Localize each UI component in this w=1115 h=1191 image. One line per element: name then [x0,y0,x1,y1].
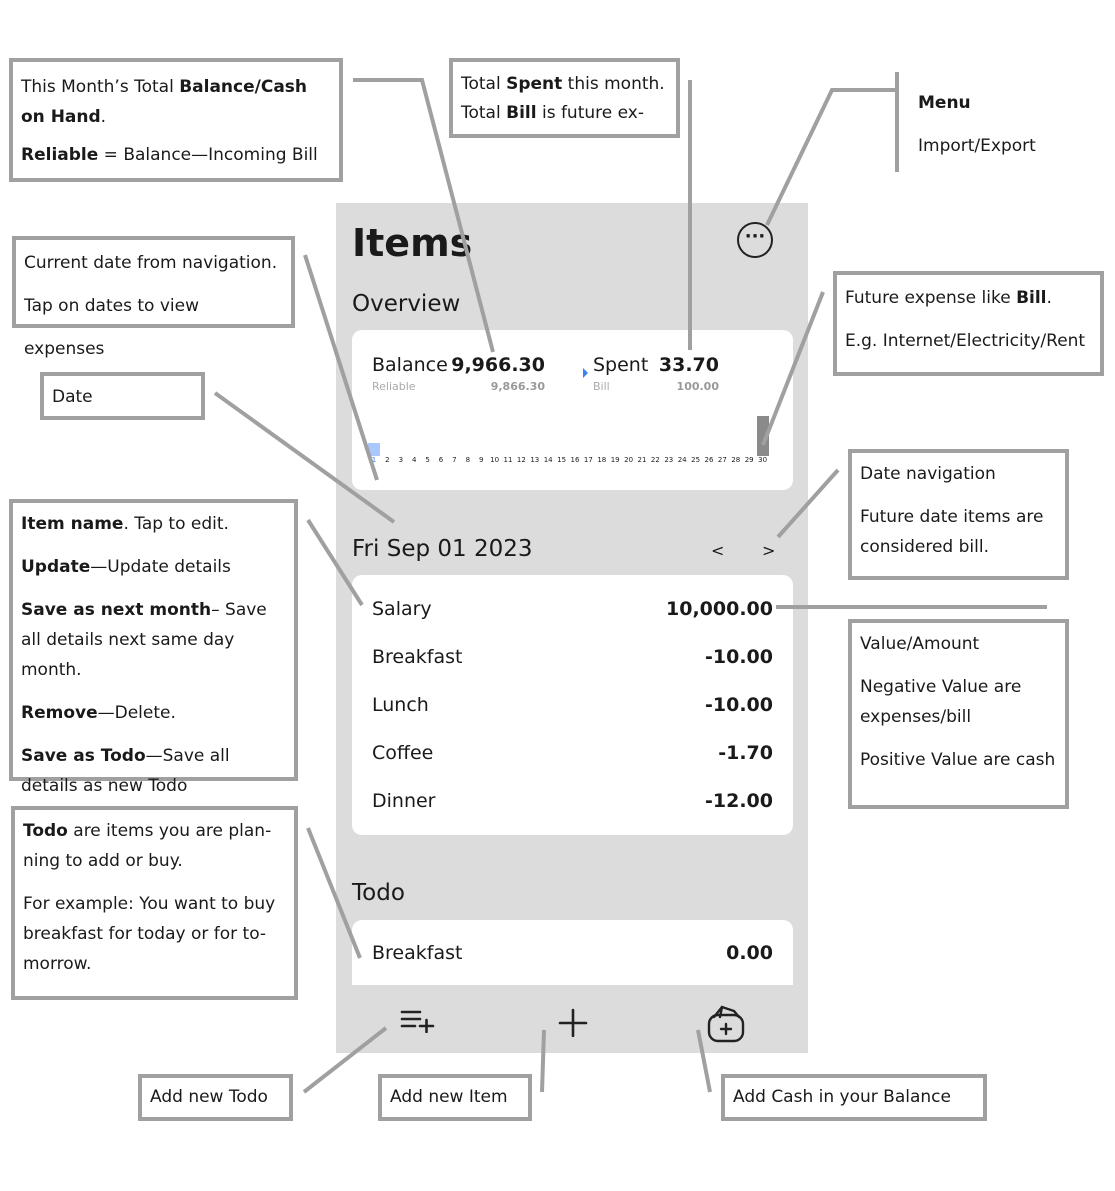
item-name: Salary [372,598,432,620]
tick-label[interactable]: 24 [675,456,689,464]
tick-label[interactable]: 22 [648,456,662,464]
tick-label[interactable]: 4 [407,456,421,464]
item-value: -10.00 [705,694,773,716]
note-todo: Todo are items you are plan-ning to add … [11,806,298,1000]
tick-label[interactable]: 11 [501,456,515,464]
list-item[interactable]: Lunch -10.00 [352,681,793,729]
items-list: Salary 10,000.00 Breakfast -10.00 Lunch -10.0… [352,575,793,835]
balance-value: 9,966.30 [451,354,545,376]
list-item[interactable]: Breakfast -10.00 [352,633,793,681]
todo-name: Breakfast [372,942,463,964]
bar-day-30[interactable] [756,416,769,456]
note-add-todo: Add new Todo [138,1074,293,1121]
tick-label[interactable]: 1 [367,456,381,464]
tick-label[interactable]: 10 [488,456,502,464]
balance-label: Balance [372,354,448,376]
tick-label[interactable]: 8 [461,456,475,464]
bar-day-1[interactable] [368,442,380,456]
tick-label[interactable]: 15 [555,456,569,464]
tick-label[interactable]: 28 [729,456,743,464]
bill-value: 100.00 [676,380,719,393]
list-item[interactable]: Dinner -12.00 [352,777,793,825]
tick-label[interactable]: 12 [514,456,528,464]
tick-label[interactable]: 13 [528,456,542,464]
next-date-button[interactable]: > [762,541,775,560]
tick-label[interactable]: 6 [434,456,448,464]
pointer-icon [583,368,588,378]
tick-label[interactable]: 26 [702,456,716,464]
todo-title: Todo [352,880,405,906]
tick-label[interactable]: 23 [662,456,676,464]
item-name: Dinner [372,790,436,812]
plus-icon[interactable] [556,1003,590,1037]
note-future: Future expense like Bill. E.g. Internet/E… [833,271,1104,376]
wallet-add-icon[interactable] [706,1003,746,1043]
item-value: -12.00 [705,790,773,812]
overview-card: Balance 9,966.30 Reliable 9,866.30 Spent… [352,330,793,490]
list-item[interactable]: Coffee -1.70 [352,729,793,777]
tick-label[interactable]: 19 [608,456,622,464]
tick-label[interactable]: 2 [380,456,394,464]
list-item[interactable]: Salary 10,000.00 [352,585,793,633]
tick-label[interactable]: 29 [742,456,756,464]
item-value: -10.00 [705,646,773,668]
page-title: Items [352,221,473,265]
tick-label[interactable]: 21 [635,456,649,464]
menu-button[interactable]: ··· [737,222,773,258]
item-value: 10,000.00 [666,598,773,620]
item-value: -1.70 [718,742,773,764]
tick-label[interactable]: 3 [394,456,408,464]
tick-label[interactable]: 14 [541,456,555,464]
todo-item[interactable]: Breakfast 0.00 [352,929,793,977]
note-add-item: Add new Item [378,1074,532,1121]
current-date: Fri Sep 01 2023 [352,536,533,562]
spent-label: Spent [593,354,649,376]
tick-label[interactable]: 17 [581,456,595,464]
reliable-value: 9,866.30 [490,380,545,393]
todo-list: Breakfast 0.00 [352,920,793,985]
note-value: Value/Amount Negative Value are expenses/… [848,619,1069,809]
tick-label[interactable]: 9 [474,456,488,464]
item-name: Coffee [372,742,434,764]
note-current-date: Current date from navigation. Tap on date… [12,236,295,359]
note-date: Date [40,372,205,420]
tick-label[interactable]: 25 [689,456,703,464]
tick-label[interactable]: 27 [715,456,729,464]
note-date-navigation: Date navigation Future date items are con… [848,449,1069,580]
tick-label[interactable]: 7 [447,456,461,464]
note-spent: Total Spent this month. Total Bill is fu… [449,58,680,138]
tick-label[interactable]: 30 [756,456,770,464]
playlist-add-icon[interactable] [400,1003,438,1033]
app-window: Items ··· Overview Balance 9,966.30 Reli… [336,203,808,1053]
tick-label[interactable]: 20 [622,456,636,464]
item-name: Lunch [372,694,429,716]
note-item: Item name. Tap to edit. Update—Update de… [9,499,298,796]
prev-date-button[interactable]: < [711,541,724,560]
spent-value: 33.70 [658,354,719,376]
note-balance: This Month’s Total Balance/Cash on Hand.… [9,58,343,182]
reliable-label: Reliable [372,380,416,393]
more-horizontal-icon: ··· [744,226,766,247]
bill-label: Bill [593,380,610,393]
tick-label[interactable]: 5 [421,456,435,464]
item-name: Breakfast [372,646,463,668]
overview-title: Overview [352,291,461,317]
tick-label[interactable]: 16 [568,456,582,464]
todo-value: 0.00 [726,942,773,964]
note-add-cash: Add Cash in your Balance [721,1074,987,1121]
tick-label[interactable]: 18 [595,456,609,464]
note-menu: Menu Import/Export [918,93,1036,156]
